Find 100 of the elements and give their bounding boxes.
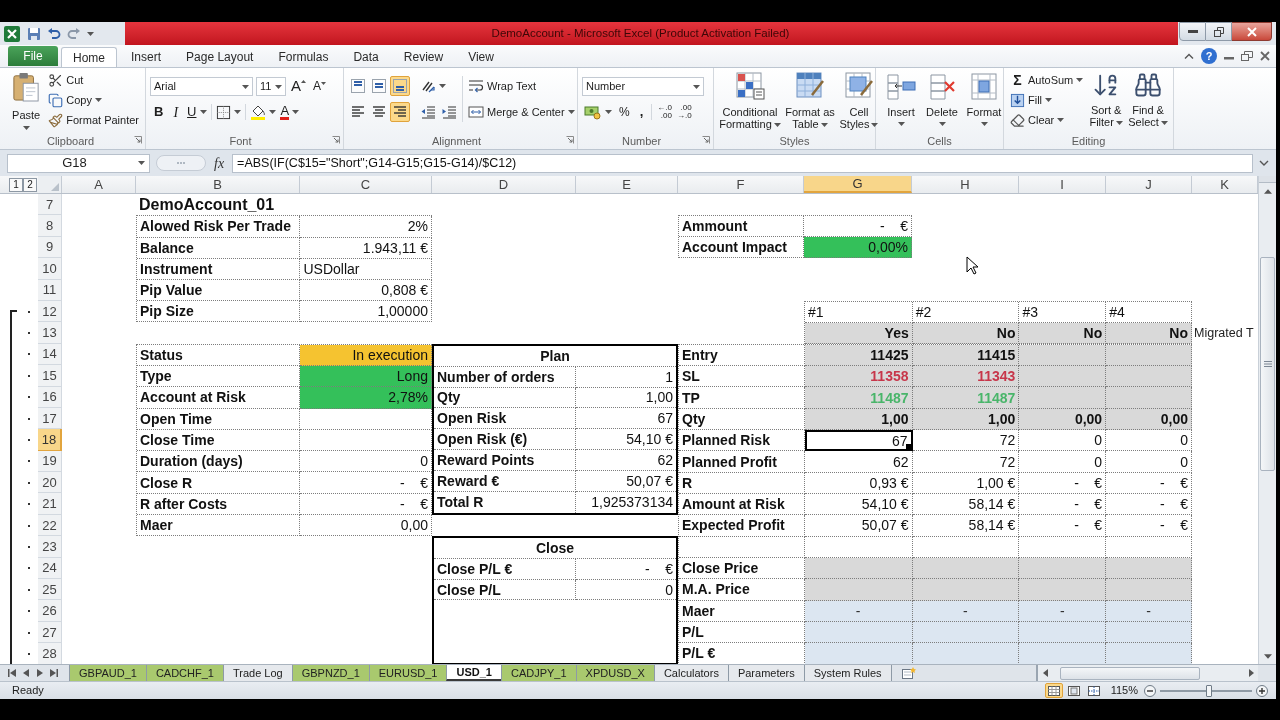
save-icon[interactable] [27, 26, 41, 41]
formula-field[interactable]: =ABS(IF(C$15="Short";G14-G15;G15-G14)/$C12) [232, 153, 1253, 173]
scrollbar-thumb[interactable] [1060, 666, 1200, 680]
align-top-button[interactable] [348, 76, 368, 96]
row-header[interactable]: 26 [38, 600, 62, 622]
grow-font-button[interactable]: A [289, 77, 308, 96]
sheet-tab[interactable]: XPDUSD_X [575, 665, 655, 681]
caret-up-icon[interactable] [1184, 53, 1194, 59]
caret-right-icon[interactable] [36, 669, 44, 677]
row-header[interactable]: 12 [38, 300, 62, 323]
column-header[interactable]: E [576, 176, 678, 193]
horizontal-scrollbar[interactable] [1036, 665, 1258, 681]
skip-right-icon[interactable] [50, 669, 58, 677]
format-painter-button[interactable]: Format Painter [46, 110, 141, 130]
insert-sheet-icon[interactable] [901, 667, 916, 679]
expand-icon[interactable] [1259, 160, 1269, 166]
row-header[interactable]: 16 [38, 386, 62, 408]
number-format-field[interactable]: Number [582, 77, 704, 96]
file-tab[interactable]: File [8, 46, 58, 66]
column-header[interactable]: G [804, 176, 912, 193]
row-header[interactable]: 8 [38, 215, 62, 237]
dialog-launcher-icon[interactable] [566, 136, 574, 144]
row-header[interactable]: 17 [38, 407, 62, 430]
row-header[interactable]: 11 [38, 279, 62, 301]
row-header[interactable]: 21 [38, 493, 62, 515]
column-header[interactable]: I [1019, 176, 1106, 193]
row-header[interactable]: 19 [38, 450, 62, 473]
ribbon-tab[interactable]: View [457, 46, 505, 67]
column-header[interactable]: H [912, 176, 1019, 193]
align-right-button[interactable] [390, 102, 410, 122]
row-header[interactable]: 25 [38, 579, 62, 601]
close-button[interactable] [1232, 22, 1272, 41]
insert-function-button[interactable]: fx [212, 152, 227, 174]
sheet-tab[interactable]: Parameters [727, 665, 805, 681]
comma-button[interactable]: , [634, 102, 649, 122]
undo-icon[interactable] [47, 26, 61, 41]
restore-icon[interactable] [1241, 51, 1253, 61]
help-button[interactable]: ? [1201, 48, 1217, 64]
skip-left-icon[interactable] [8, 669, 16, 677]
cut-button[interactable]: Cut [46, 70, 141, 90]
column-header[interactable]: D [432, 176, 576, 193]
ribbon-tab[interactable]: Insert [120, 46, 173, 67]
fill-button[interactable]: Fill [1008, 90, 1086, 110]
shrink-font-button[interactable]: A [311, 77, 329, 96]
align-bottom-button[interactable] [390, 76, 410, 96]
dialog-launcher-icon[interactable] [702, 136, 710, 144]
slider-thumb[interactable] [1205, 684, 1212, 697]
sheet-tab[interactable]: CADJPY_1 [500, 665, 577, 681]
sheet-tab[interactable]: USD_1 [446, 665, 502, 681]
font-size-field[interactable]: 11 [256, 77, 286, 96]
dialog-launcher-icon[interactable] [332, 136, 340, 144]
align-middle-button[interactable] [369, 76, 389, 96]
decrease-decimal-button[interactable]: .00 →.0 [674, 104, 694, 120]
underline-button[interactable]: U [184, 102, 210, 122]
row-header[interactable]: 24 [38, 557, 62, 580]
ribbon-tab[interactable]: Review [392, 46, 455, 67]
conditional-formatting-button[interactable]: Conditional Formatting [718, 68, 782, 133]
dialog-launcher-icon[interactable] [134, 136, 142, 144]
find-select-button[interactable]: Find & Select [1127, 68, 1169, 133]
outline-level-button[interactable]: 1 [9, 177, 23, 192]
zoom-slider[interactable] [1160, 683, 1252, 698]
outline-level-button[interactable]: 2 [23, 177, 37, 192]
ribbon-tab[interactable]: Data [342, 46, 390, 67]
cell-styles-button[interactable]: Cell Styles [838, 68, 880, 133]
sheet-tab[interactable]: Trade Log [222, 665, 293, 681]
restore-button[interactable] [1206, 22, 1232, 41]
percent-button[interactable]: % [615, 102, 634, 122]
ribbon-tab[interactable]: Page Layout [175, 46, 265, 67]
font-color-button[interactable]: A [278, 102, 302, 122]
minimize-button[interactable] [1179, 22, 1206, 41]
close-icon[interactable] [1260, 51, 1270, 61]
merge-center-button[interactable]: Merge & Center [466, 102, 577, 122]
caret-left-icon[interactable] [22, 669, 30, 677]
increase-decimal-button[interactable]: ←.0 .00 [655, 104, 674, 120]
autosum-button[interactable]: Σ AutoSum [1008, 70, 1086, 90]
sort-filter-button[interactable]: Sort & Filter [1085, 68, 1128, 133]
column-header[interactable]: A [62, 176, 136, 193]
row-header[interactable]: 7 [38, 194, 62, 216]
format-as-table-button[interactable]: Format as Table [784, 68, 836, 133]
row-header[interactable]: 9 [38, 236, 62, 259]
scrollbar-thumb[interactable] [1260, 257, 1275, 471]
row-header[interactable]: 23 [38, 536, 62, 558]
zoom-level[interactable]: 115% [1110, 682, 1138, 699]
row-header[interactable]: 27 [38, 621, 62, 644]
row-header[interactable]: 15 [38, 365, 62, 387]
bold-button[interactable]: B [150, 102, 168, 122]
sheet-tab[interactable]: System Rules [803, 665, 892, 681]
sheet-tab[interactable]: EURUSD_1 [368, 665, 448, 681]
insert-button[interactable]: Insert [882, 68, 920, 133]
wrap-text-button[interactable]: Wrap Text [466, 76, 577, 96]
column-header[interactable]: C [300, 176, 432, 193]
column-header[interactable]: J [1106, 176, 1192, 193]
row-header[interactable]: 20 [38, 472, 62, 494]
sheet-tab[interactable]: CADCHF_1 [145, 665, 224, 681]
zoom-in-icon[interactable] [1256, 684, 1268, 697]
copy-button[interactable]: Copy [46, 90, 141, 110]
normal-view-button[interactable] [1044, 683, 1063, 698]
font-name-field[interactable]: Arial [150, 77, 253, 96]
sheet-tab[interactable]: GBPAUD_1 [69, 665, 147, 681]
row-header[interactable]: 18 [38, 429, 62, 451]
